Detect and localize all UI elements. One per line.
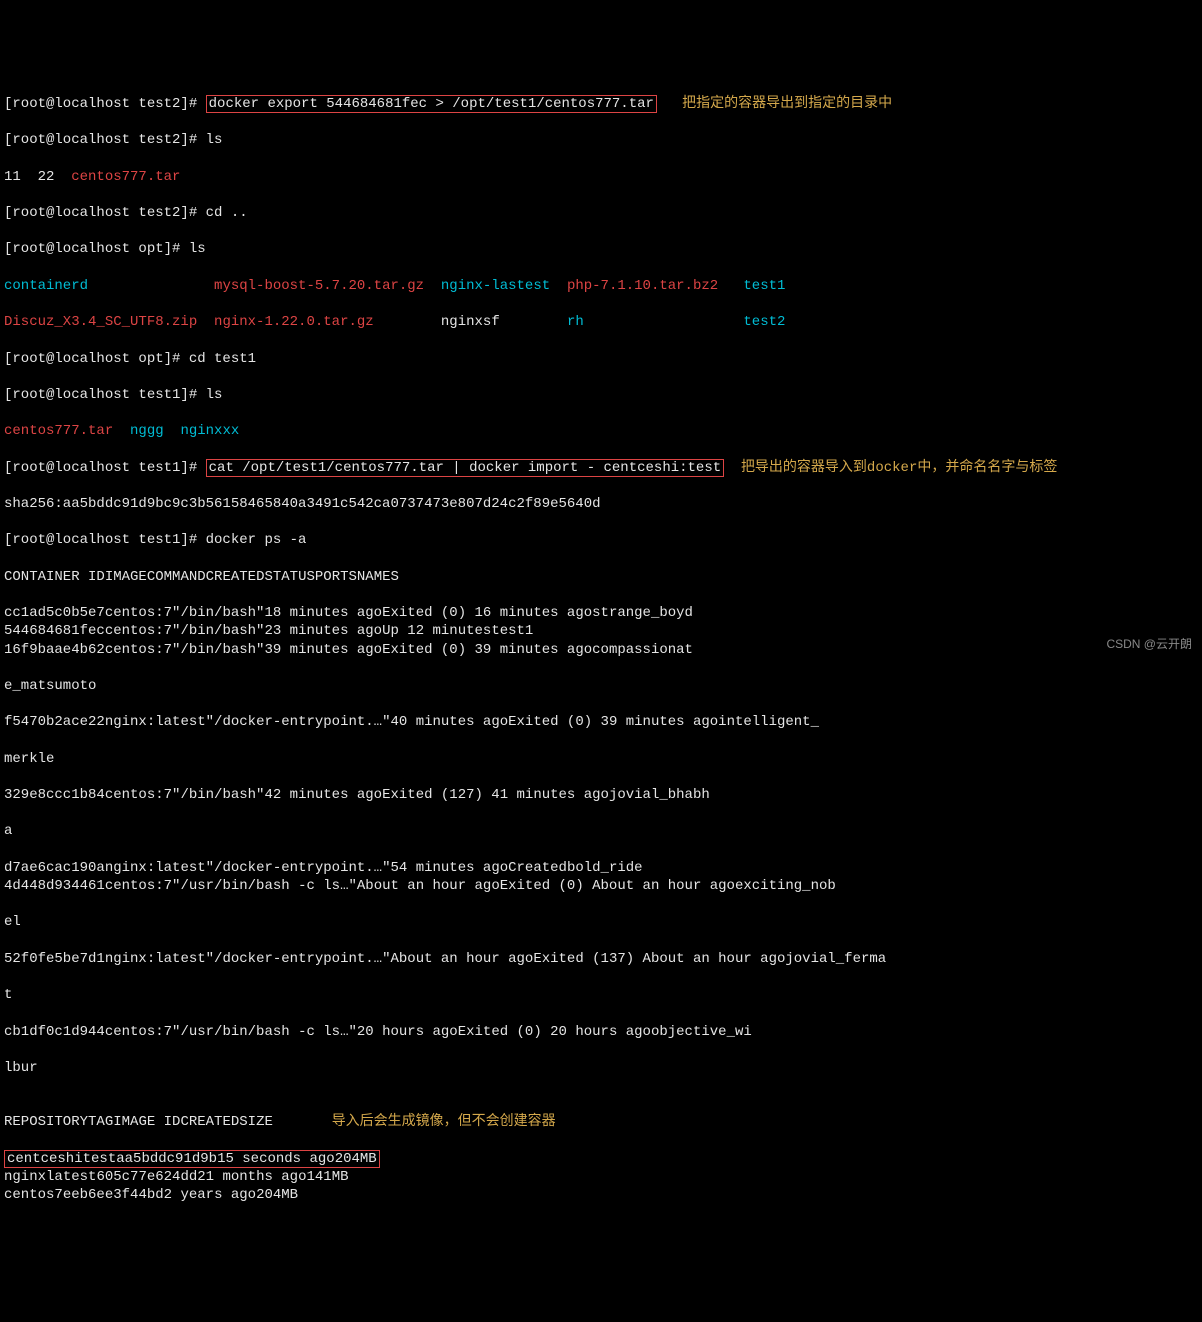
- highlighted-cmd-export: docker export 544684681fec > /opt/test1/…: [206, 95, 657, 113]
- table-row: f5470b2ace22nginx:latest"/docker-entrypo…: [4, 713, 1198, 731]
- cmd-cd-test1: [root@localhost opt]# cd test1: [4, 350, 1198, 368]
- table-row: 4d448d934461centos:7"/usr/bin/bash -c ls…: [4, 877, 1198, 895]
- highlighted-cmd-import: cat /opt/test1/centos777.tar | docker im…: [206, 459, 724, 477]
- images-header: REPOSITORYTAGIMAGE IDCREATEDSIZE 导入后会生成镜…: [4, 1113, 1198, 1131]
- wrap-1: e_matsumoto: [4, 677, 1198, 695]
- table-row: centos7eeb6ee3f44bd2 years ago204MB: [4, 1186, 1198, 1204]
- ps-rows-4: d7ae6cac190anginx:latest"/docker-entrypo…: [4, 859, 1198, 895]
- ps-rows-6: cb1df0c1d944centos:7"/usr/bin/bash -c ls…: [4, 1023, 1198, 1041]
- annotation-1: 把指定的容器导出到指定的目录中: [682, 96, 892, 112]
- table-row: d7ae6cac190anginx:latest"/docker-entrypo…: [4, 859, 1198, 877]
- sha-output: sha256:aa5bddc91d9bc9c3b56158465840a3491…: [4, 495, 1198, 513]
- cmd-docker-ps: [root@localhost test1]# docker ps -a: [4, 531, 1198, 549]
- ls-output-3: Discuz_X3.4_SC_UTF8.zip nginx-1.22.0.tar…: [4, 313, 1198, 331]
- cmd-ls-3: [root@localhost test1]# ls: [4, 386, 1198, 404]
- table-row: cc1ad5c0b5e7centos:7"/bin/bash"18 minute…: [4, 604, 1198, 622]
- ps-header: CONTAINER IDIMAGECOMMANDCREATEDSTATUSPOR…: [4, 568, 1198, 586]
- wrap-4: el: [4, 913, 1198, 931]
- wrap-2: merkle: [4, 750, 1198, 768]
- table-row: cb1df0c1d944centos:7"/usr/bin/bash -c ls…: [4, 1023, 1198, 1041]
- cmd-cd: [root@localhost test2]# cd ..: [4, 204, 1198, 222]
- wrap-5: t: [4, 986, 1198, 1004]
- ps-rows-5: 52f0fe5be7d1nginx:latest"/docker-entrypo…: [4, 950, 1198, 968]
- cmd-ls: [root@localhost test2]# ls: [4, 131, 1198, 149]
- annotation-2: 把导出的容器导入到docker中，并命名名字与标签: [741, 460, 1057, 476]
- ps-rows-2: f5470b2ace22nginx:latest"/docker-entrypo…: [4, 713, 1198, 731]
- wrap-3: a: [4, 822, 1198, 840]
- cmd-ls-2: [root@localhost opt]# ls: [4, 240, 1198, 258]
- annotation-3: 导入后会生成镜像，但不会创建容器: [332, 1114, 556, 1130]
- table-row: centceshitestaa5bddc91d9b15 seconds ago2…: [4, 1150, 1198, 1168]
- images-rows: centceshitestaa5bddc91d9b15 seconds ago2…: [4, 1150, 1198, 1205]
- terminal-output: [root@localhost test2]# docker export 54…: [4, 77, 1198, 1223]
- ls-output-2: containerd mysql-boost-5.7.20.tar.gz ngi…: [4, 277, 1198, 295]
- ls-output-4: centos777.tar nggg nginxxx: [4, 422, 1198, 440]
- watermark: CSDN @云开朗: [1106, 637, 1192, 653]
- cmd-line-1: [root@localhost test2]# docker export 54…: [4, 95, 1198, 113]
- cmd-line-import: [root@localhost test1]# cat /opt/test1/c…: [4, 459, 1198, 477]
- table-row: 52f0fe5be7d1nginx:latest"/docker-entrypo…: [4, 950, 1198, 968]
- table-row: nginxlatest605c77e624dd21 months ago141M…: [4, 1168, 1198, 1186]
- ps-rows-1: cc1ad5c0b5e7centos:7"/bin/bash"18 minute…: [4, 604, 1198, 659]
- ls-output-1: 11 22 centos777.tar: [4, 168, 1198, 186]
- table-row: 16f9baae4b62centos:7"/bin/bash"39 minute…: [4, 641, 1198, 659]
- wrap-6: lbur: [4, 1059, 1198, 1077]
- highlighted-image-row: centceshitestaa5bddc91d9b15 seconds ago2…: [4, 1150, 380, 1168]
- table-row: 329e8ccc1b84centos:7"/bin/bash"42 minute…: [4, 786, 1198, 804]
- ps-rows-3: 329e8ccc1b84centos:7"/bin/bash"42 minute…: [4, 786, 1198, 804]
- table-row: 544684681feccentos:7"/bin/bash"23 minute…: [4, 622, 1198, 640]
